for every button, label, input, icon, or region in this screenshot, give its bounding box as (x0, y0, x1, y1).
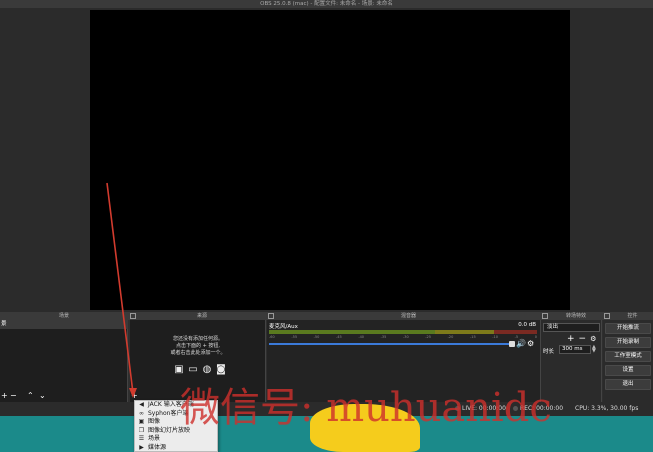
remove-scene-button[interactable]: − (10, 391, 17, 401)
controls-panel: 开始推流 开始录制 工作室模式 设置 退出 (603, 320, 653, 402)
studio-mode-button[interactable]: 工作室模式 (605, 351, 651, 362)
float-dock-icon[interactable] (542, 313, 548, 319)
link-icon: ∞ (139, 409, 144, 417)
meter-tick-label: -10 (492, 335, 498, 339)
meter-ticks: -60 -55 -50 -45 -40 -35 -30 -25 -20 -15 -10 -5 0 (269, 335, 537, 341)
audio-meter (269, 330, 537, 334)
duration-stepper[interactable]: ▲ ▼ (592, 345, 596, 354)
meter-tick-label: -35 (380, 335, 387, 339)
volume-slider-knob[interactable] (509, 341, 515, 347)
window-title: OBS 25.0.8 (mac) - 配置文件: 未命名 - 场景: 未命名 (0, 0, 653, 8)
meter-tick-label: -45 (335, 335, 342, 339)
preview-canvas[interactable] (90, 10, 570, 310)
mixer-dock-title: 混音器 (400, 313, 416, 319)
duration-label: 时长 (543, 349, 555, 355)
meter-tick-label: -15 (469, 335, 476, 339)
empty-line: 您还没有添加任何源。 (172, 336, 223, 342)
start-recording-button[interactable]: 开始录制 (605, 337, 651, 348)
play-icon: ▶ (139, 443, 144, 451)
duration-input[interactable]: 300 ms (559, 345, 591, 354)
float-dock-icon[interactable] (268, 313, 274, 319)
start-streaming-button[interactable]: 开始推流 (605, 323, 651, 334)
speaker-icon: ◀ (139, 401, 144, 408)
sources-empty-message: 您还没有添加任何源。 点击下面的 + 按钮, 或者右击此处添加一个。 (130, 336, 266, 357)
sources-dock-title: 来源 (196, 313, 207, 319)
menu-item[interactable]: ☰ 场景 (135, 435, 217, 444)
remove-transition-button[interactable]: − (579, 335, 587, 344)
mixer-track-name: 麦克风/Aux (269, 324, 298, 330)
volume-slider[interactable] (269, 343, 513, 345)
meter-tick-label: -20 (447, 335, 454, 339)
meter-tick-label: -50 (313, 335, 320, 339)
dock-headers: 场景 来源 混音器 转场特效 控件 (0, 312, 653, 320)
float-dock-icon[interactable] (604, 313, 610, 319)
scene-item[interactable]: 景 (0, 320, 128, 329)
add-scene-button[interactable]: + (1, 391, 8, 401)
scenes-panel: 景 (0, 320, 128, 402)
watermark: 微信号: muhuanidc (180, 385, 552, 431)
meter-tick-label: -40 (358, 335, 365, 339)
speaker-icon[interactable]: 🔊 (516, 339, 526, 348)
list-icon: ☰ (138, 435, 145, 442)
controls-dock-title: 控件 (627, 313, 638, 319)
move-down-icon[interactable]: ⌄ (39, 391, 46, 401)
slideshow-icon: ❐ (138, 426, 145, 434)
transition-buttons: + − ⚙ (567, 335, 601, 344)
image-icon: ▣ (138, 418, 145, 425)
meter-tick-label: -25 (425, 335, 432, 339)
meter-tick-label: -60 (269, 335, 275, 339)
menu-item-label: 场景 (148, 435, 161, 442)
transitions-dock-title: 转场特效 (565, 313, 586, 319)
menu-item[interactable]: ▶ 媒体源 (135, 444, 217, 452)
mixer-level: 0.0 dB (518, 322, 536, 328)
add-transition-button[interactable]: + (567, 335, 575, 344)
meter-tick-label: -30 (402, 335, 409, 339)
scenes-dock-title: 场景 (58, 313, 69, 319)
move-up-icon[interactable]: ⌃ (27, 391, 34, 401)
gear-icon[interactable]: ⚙ (590, 335, 596, 344)
menu-item-label: 图像 (148, 418, 161, 425)
menu-item-label: 媒体源 (148, 443, 167, 451)
empty-line: 或者右击此处添加一个。 (170, 350, 226, 356)
empty-line: 点击下面的 + 按钮, (176, 343, 220, 349)
meter-tick-label: 0 (534, 335, 537, 339)
transition-select[interactable]: 淡出 (543, 323, 600, 332)
cpu-status: CPU: 3.3%, 30.00 fps (575, 405, 639, 412)
settings-button[interactable]: 设置 (605, 365, 651, 376)
float-dock-icon[interactable] (130, 313, 136, 319)
preview-area (0, 8, 653, 312)
meter-tick-label: -55 (291, 335, 298, 339)
exit-button[interactable]: 退出 (605, 379, 651, 390)
gear-icon[interactable]: ⚙ (527, 339, 534, 348)
scenes-toolbar: + − ⌃ ⌄ (0, 391, 128, 401)
